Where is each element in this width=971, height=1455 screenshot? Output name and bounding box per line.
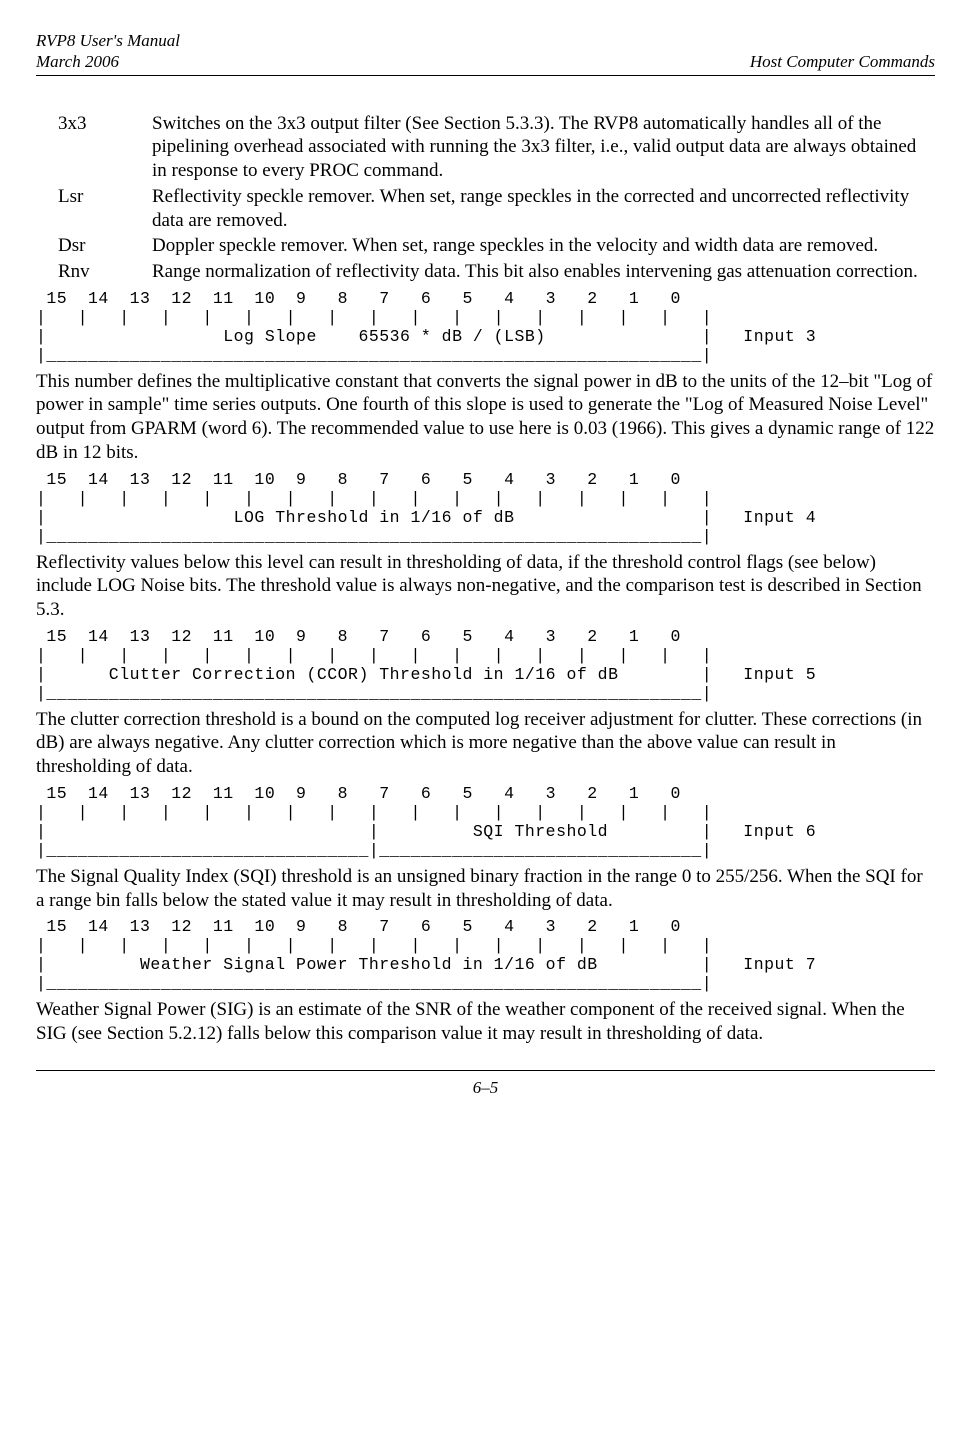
definition-dsr: Dsr Doppler speckle remover. When set, r… xyxy=(58,234,935,258)
bit-header: 15 14 13 12 11 10 9 8 7 6 5 4 3 2 1 0 xyxy=(36,784,691,803)
bit-bottom: |_______________________________________… xyxy=(36,684,712,703)
header-right: Host Computer Commands xyxy=(750,51,935,72)
def-term: 3x3 xyxy=(58,112,152,183)
bit-diagram-input3: 15 14 13 12 11 10 9 8 7 6 5 4 3 2 1 0 | … xyxy=(36,290,935,366)
paragraph-input4: Reflectivity values below this level can… xyxy=(36,551,935,622)
bit-bottom: |_______________________________________… xyxy=(36,974,712,993)
bit-content: | | SQI Threshold | Input 6 xyxy=(36,822,816,841)
bit-bottom: |_______________________________________… xyxy=(36,346,712,365)
def-desc: Switches on the 3x3 output filter (See S… xyxy=(152,112,935,183)
bit-diagram-input7: 15 14 13 12 11 10 9 8 7 6 5 4 3 2 1 0 | … xyxy=(36,918,935,994)
def-term: Rnv xyxy=(58,260,152,284)
bit-diagram-input6: 15 14 13 12 11 10 9 8 7 6 5 4 3 2 1 0 | … xyxy=(36,785,935,861)
bit-header: 15 14 13 12 11 10 9 8 7 6 5 4 3 2 1 0 xyxy=(36,289,691,308)
paragraph-input7: Weather Signal Power (SIG) is an estimat… xyxy=(36,998,935,1046)
page-number: 6–5 xyxy=(473,1078,499,1097)
def-desc: Reflectivity speckle remover. When set, … xyxy=(152,185,935,233)
def-term: Dsr xyxy=(58,234,152,258)
def-term: Lsr xyxy=(58,185,152,233)
definition-rnv: Rnv Range normalization of reflectivity … xyxy=(58,260,935,284)
bit-bottom: |_______________________________|_______… xyxy=(36,841,712,860)
paragraph-input3: This number defines the multiplicative c… xyxy=(36,370,935,465)
section-title: Host Computer Commands xyxy=(750,52,935,71)
bit-header: 15 14 13 12 11 10 9 8 7 6 5 4 3 2 1 0 xyxy=(36,917,691,936)
bit-header: 15 14 13 12 11 10 9 8 7 6 5 4 3 2 1 0 xyxy=(36,470,691,489)
manual-title: RVP8 User's Manual xyxy=(36,31,180,50)
bit-ticks: | | | | | | | | | | | | | | | | | xyxy=(36,646,712,665)
def-desc: Range normalization of reflectivity data… xyxy=(152,260,935,284)
bit-ticks: | | | | | | | | | | | | | | | | | xyxy=(36,803,712,822)
header-left: RVP8 User's Manual March 2006 xyxy=(36,30,180,73)
paragraph-input5: The clutter correction threshold is a bo… xyxy=(36,708,935,779)
bit-diagram-input4: 15 14 13 12 11 10 9 8 7 6 5 4 3 2 1 0 | … xyxy=(36,471,935,547)
page-header: RVP8 User's Manual March 2006 Host Compu… xyxy=(36,30,935,76)
bit-header: 15 14 13 12 11 10 9 8 7 6 5 4 3 2 1 0 xyxy=(36,627,691,646)
bit-ticks: | | | | | | | | | | | | | | | | | xyxy=(36,308,712,327)
page-footer: 6–5 xyxy=(36,1070,935,1098)
bit-content: | Weather Signal Power Threshold in 1/16… xyxy=(36,955,816,974)
manual-date: March 2006 xyxy=(36,52,119,71)
bit-bottom: |_______________________________________… xyxy=(36,527,712,546)
bit-content: | Clutter Correction (CCOR) Threshold in… xyxy=(36,665,816,684)
bit-content: | Log Slope 65536 * dB / (LSB) | Input 3 xyxy=(36,327,816,346)
bit-ticks: | | | | | | | | | | | | | | | | | xyxy=(36,489,712,508)
bit-diagram-input5: 15 14 13 12 11 10 9 8 7 6 5 4 3 2 1 0 | … xyxy=(36,628,935,704)
definition-3x3: 3x3 Switches on the 3x3 output filter (S… xyxy=(58,112,935,183)
bit-ticks: | | | | | | | | | | | | | | | | | xyxy=(36,936,712,955)
def-desc: Doppler speckle remover. When set, range… xyxy=(152,234,935,258)
definition-lsr: Lsr Reflectivity speckle remover. When s… xyxy=(58,185,935,233)
bit-content: | LOG Threshold in 1/16 of dB | Input 4 xyxy=(36,508,816,527)
paragraph-input6: The Signal Quality Index (SQI) threshold… xyxy=(36,865,935,913)
